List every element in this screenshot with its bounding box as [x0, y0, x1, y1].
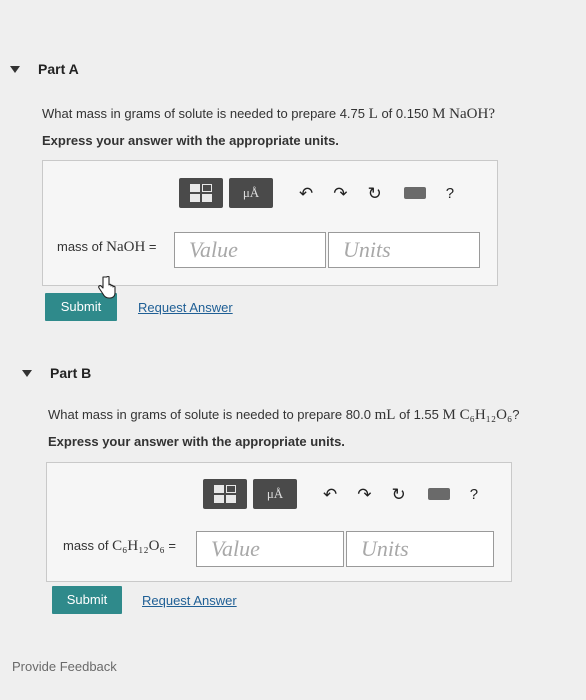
question-text: What mass in grams of solute is needed t… [48, 407, 372, 422]
templates-icon [214, 485, 236, 503]
units-button-label: μÅ [266, 486, 284, 501]
label-pre: mass of [57, 239, 103, 254]
label-equals: = [168, 538, 176, 553]
undo-icon[interactable]: ↶ [323, 486, 337, 503]
units-button[interactable]: μÅ [253, 479, 297, 509]
part-b-answer-box: μÅ ↶ ↷ ↻ ? mass of C₆H₁₂O₆ = Value Units [46, 462, 512, 582]
caret-down-icon [22, 369, 32, 377]
part-a-answer-box: μÅ ↶ ↷ ↻ ? mass of NaOH = Value Units [42, 160, 498, 286]
part-b-request-answer-link[interactable]: Request Answer [142, 593, 237, 608]
question-formula: M C₆H₁₂O₆ [442, 407, 513, 423]
question-formula: M NaOH [432, 106, 489, 122]
part-b-title: Part B [50, 365, 92, 381]
part-a-toolbar: μÅ ↶ ↷ ↻ ? [179, 178, 454, 208]
question-mark: ? [488, 106, 495, 122]
units-input[interactable]: Units [346, 531, 494, 567]
label-pre: mass of [63, 538, 109, 553]
units-button-label: μÅ [242, 185, 260, 200]
templates-button[interactable] [203, 479, 247, 509]
keyboard-icon[interactable] [403, 187, 426, 199]
value-input[interactable]: Value [174, 232, 326, 268]
part-a-question: What mass in grams of solute is needed t… [42, 106, 495, 123]
part-b-toolbar: μÅ ↶ ↷ ↻ ? [203, 479, 478, 509]
keyboard-icon[interactable] [427, 488, 450, 500]
help-icon[interactable]: ? [470, 487, 478, 502]
units-input[interactable]: Units [328, 232, 480, 268]
part-a-header[interactable]: Part A [10, 61, 79, 77]
question-text: What mass in grams of solute is needed t… [42, 106, 366, 121]
label-formula: C₆H₁₂O₆ [112, 538, 165, 554]
redo-icon[interactable]: ↷ [333, 185, 347, 202]
templates-button[interactable] [179, 178, 223, 208]
part-a-instruction: Express your answer with the appropriate… [42, 133, 339, 148]
redo-icon[interactable]: ↷ [357, 486, 371, 503]
label-equals: = [148, 239, 157, 254]
caret-down-icon [10, 65, 20, 73]
part-b-question: What mass in grams of solute is needed t… [48, 407, 519, 424]
part-a-field-label: mass of NaOH = [57, 239, 157, 256]
templates-icon [190, 184, 212, 202]
part-a-request-answer-link[interactable]: Request Answer [138, 300, 233, 315]
provide-feedback-link[interactable]: Provide Feedback [12, 659, 117, 674]
reset-icon[interactable]: ↻ [368, 185, 382, 202]
question-mark: ? [512, 407, 520, 422]
part-b-submit-button[interactable]: Submit [52, 586, 122, 614]
label-formula: NaOH [106, 239, 146, 255]
part-b-header[interactable]: Part B [22, 365, 91, 381]
part-b-field-label: mass of C₆H₁₂O₆ = [63, 538, 176, 555]
reset-icon[interactable]: ↻ [392, 486, 406, 503]
undo-icon[interactable]: ↶ [299, 185, 313, 202]
units-button[interactable]: μÅ [229, 178, 273, 208]
question-text-mid: of 0.150 [381, 106, 429, 121]
help-icon[interactable]: ? [446, 186, 454, 201]
question-unit: mL [374, 407, 396, 423]
question-text-mid: of 1.55 [399, 407, 439, 422]
question-unit: L [368, 106, 378, 122]
hand-cursor-icon [98, 276, 116, 299]
value-input[interactable]: Value [196, 531, 344, 567]
part-a-title: Part A [38, 61, 79, 77]
part-b-instruction: Express your answer with the appropriate… [48, 434, 345, 449]
